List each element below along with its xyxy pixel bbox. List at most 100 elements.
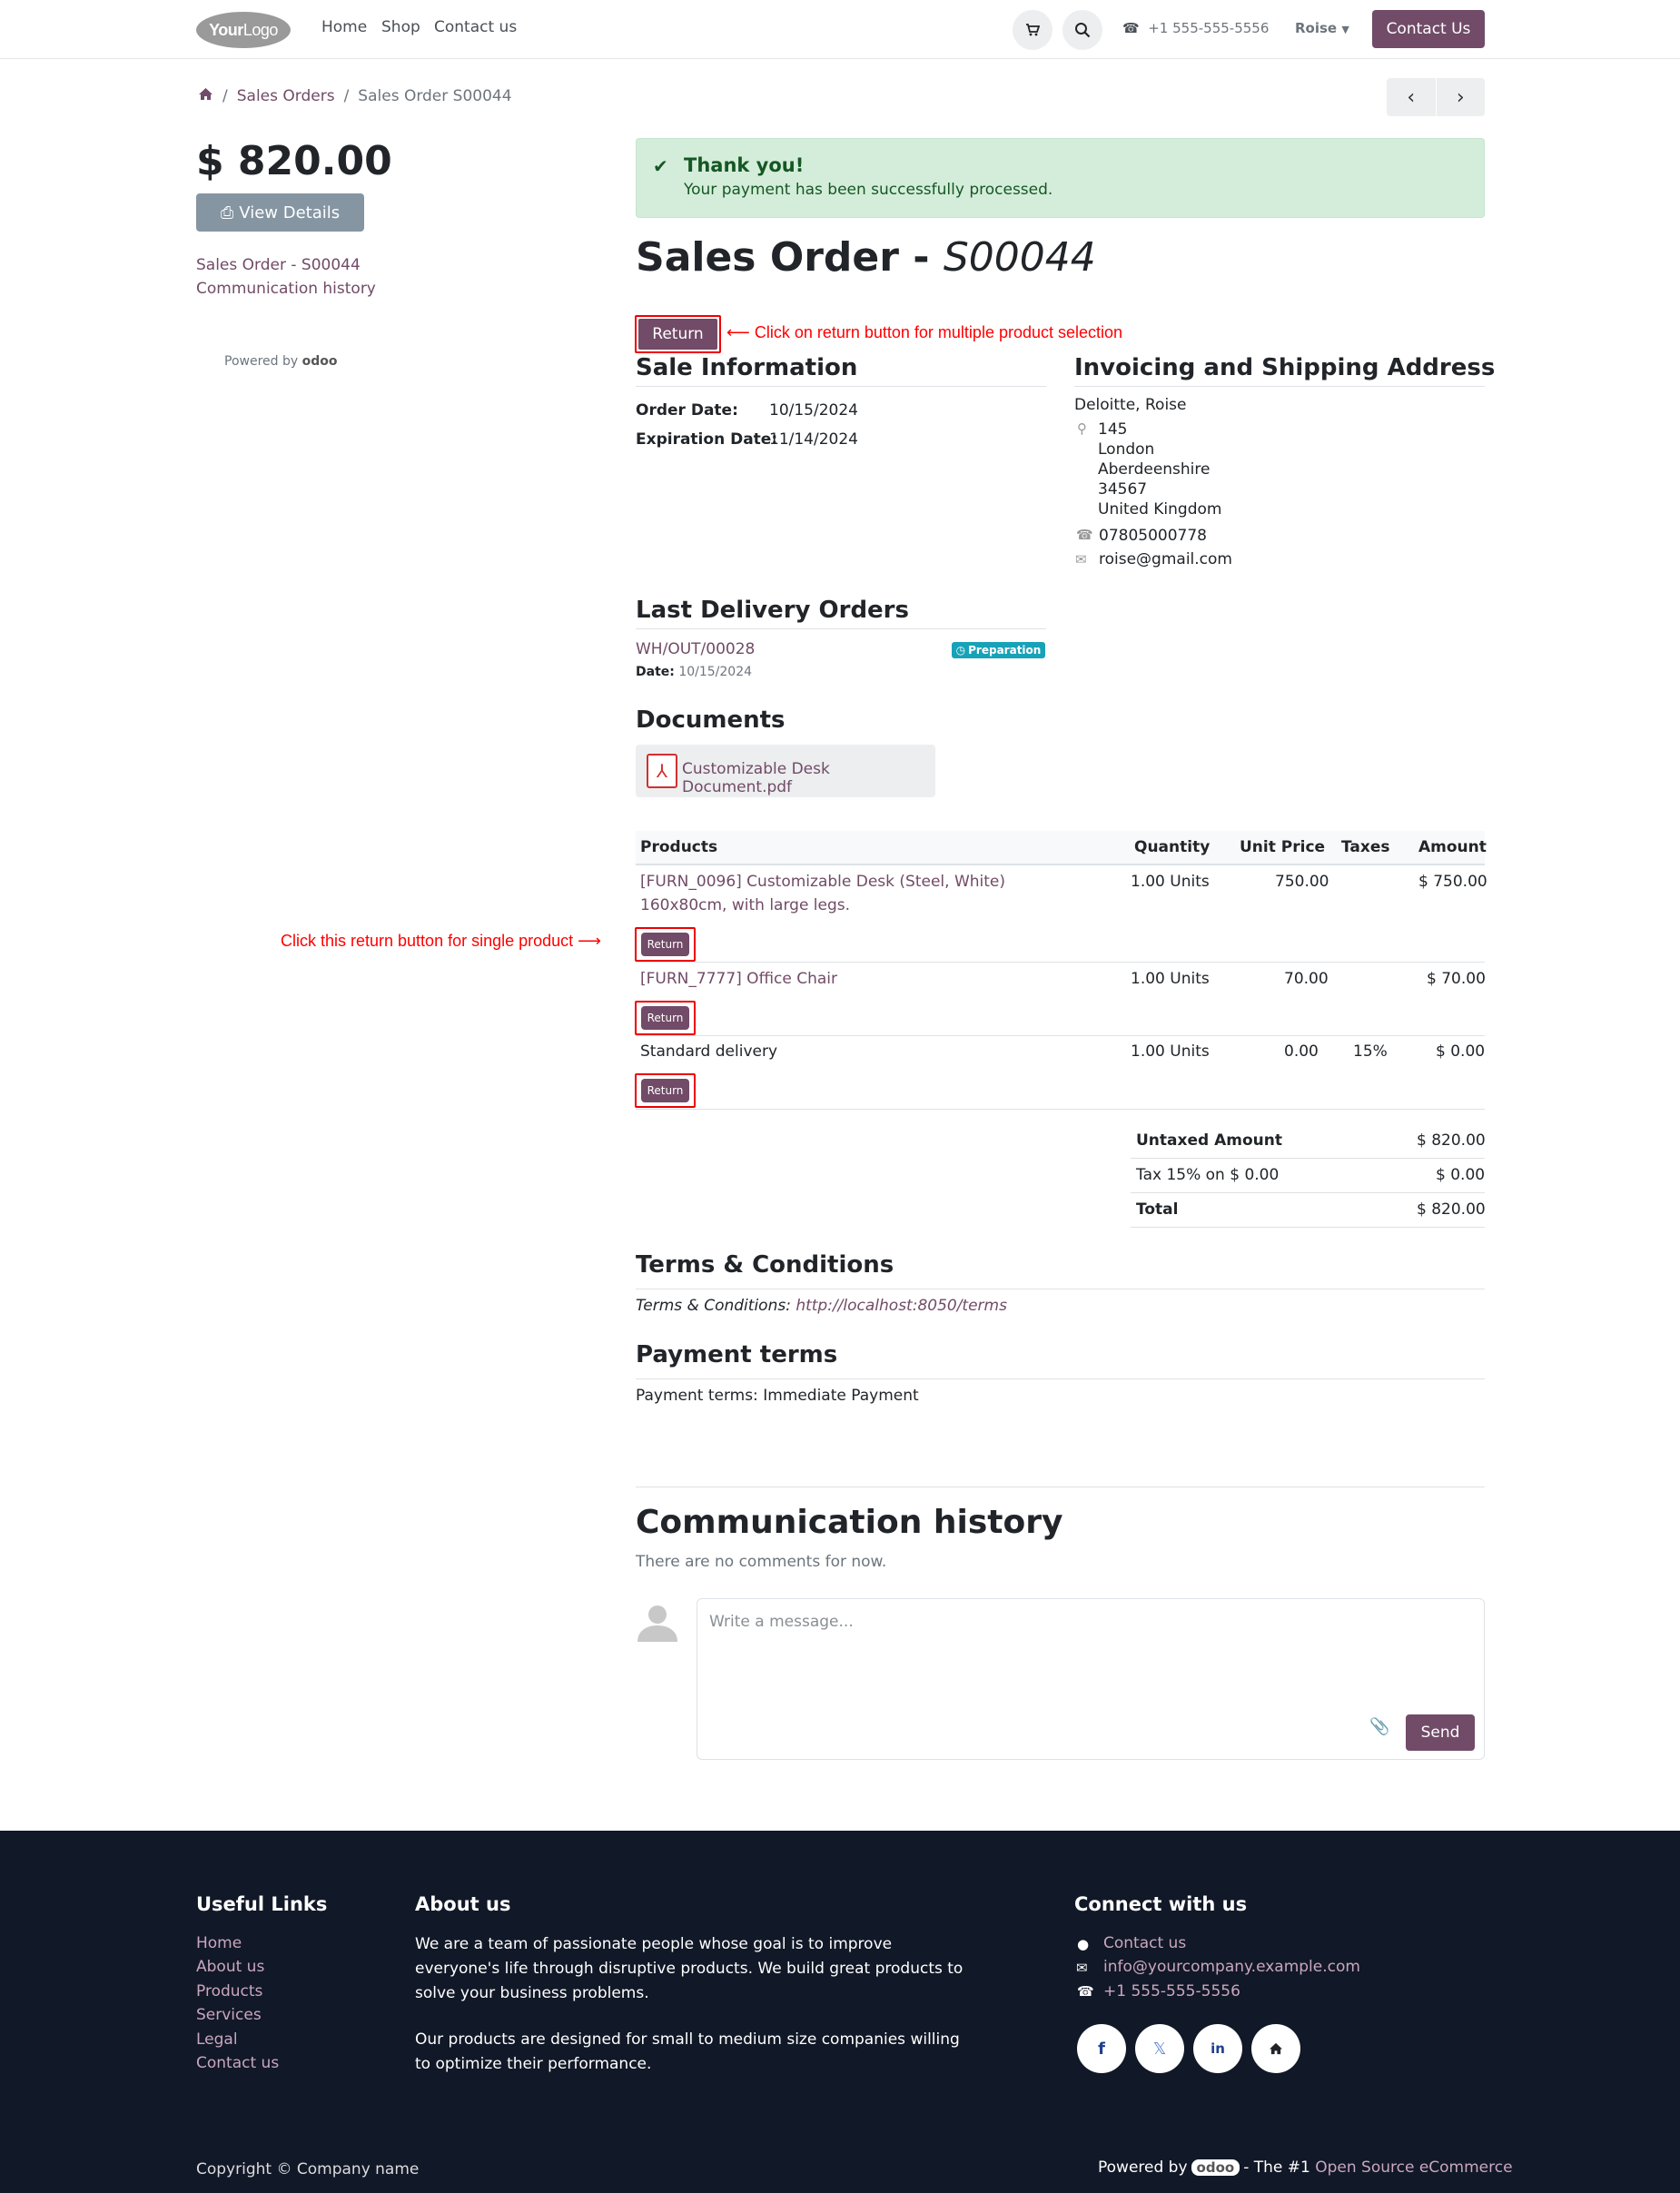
return-single-highlight: Return <box>635 1001 696 1035</box>
return-row-button[interactable]: Return <box>641 1079 689 1102</box>
home-social-button[interactable] <box>1251 2024 1300 2073</box>
print-icon: ⎙ <box>220 203 234 222</box>
return-row-button[interactable]: Return <box>641 933 689 956</box>
document-name[interactable]: Customizable Desk Document.pdf <box>682 760 935 796</box>
x-twitter-button[interactable]: 𝕏 <box>1135 2024 1184 2073</box>
col-quantity: Quantity <box>1134 838 1211 856</box>
customer-name: Deloitte, Roise <box>1074 396 1187 414</box>
product-variant[interactable]: 160x80cm, with large legs. <box>640 896 850 914</box>
chevron-right-icon[interactable]: › <box>1435 78 1486 116</box>
divider <box>636 386 1046 387</box>
check-icon: ✔ <box>653 155 668 177</box>
return-row-button[interactable]: Return <box>641 1006 689 1030</box>
alert-title: Thank you! <box>684 154 805 176</box>
terms-text: Terms & Conditions: http://localhost:805… <box>636 1297 1007 1315</box>
communication-heading: Communication history <box>636 1504 1063 1541</box>
delivery-ref-link[interactable]: WH/OUT/00028 <box>636 640 755 658</box>
return-multi-button-highlight: Return <box>635 315 721 353</box>
open-source-ecommerce-link[interactable]: Open Source eCommerce <box>1315 2158 1512 2177</box>
facebook-icon: f <box>1098 2039 1105 2059</box>
nav-shop-link[interactable]: Shop <box>381 18 420 36</box>
status-badge: ◷ Preparation <box>952 642 1045 658</box>
return-single-highlight: Return <box>635 927 696 962</box>
message-input[interactable]: Write a message... <box>709 1613 854 1631</box>
product-name: Standard delivery <box>640 1042 778 1061</box>
record-pager: ‹ › <box>1387 78 1485 116</box>
address-heading: Invoicing and Shipping Address <box>1074 354 1496 381</box>
alert-message: Your payment has been successfully proce… <box>684 181 1053 199</box>
chevron-left-icon[interactable]: ‹ <box>1387 78 1436 116</box>
annotation-multi: ⟵ Click on return button for multiple pr… <box>726 323 1123 341</box>
footer-link-home[interactable]: Home <box>196 1934 242 1952</box>
row-amount: $ 70.00 <box>1427 970 1486 988</box>
odoo-logo[interactable]: odoo <box>1191 2159 1240 2176</box>
untaxed-value: $ 820.00 <box>1417 1131 1486 1150</box>
home-icon[interactable] <box>198 87 213 105</box>
page-title: Sales Order - S00044 <box>636 234 1096 281</box>
total-label: Total <box>1136 1200 1179 1219</box>
row-amount: $ 0.00 <box>1436 1042 1486 1061</box>
row-amount: $ 750.00 <box>1418 873 1487 891</box>
footer-link-services[interactable]: Services <box>196 2006 262 2024</box>
user-menu[interactable]: Roise ▼ <box>1295 20 1349 36</box>
nav-phone[interactable]: ☎ +1 555-555-5556 <box>1122 20 1269 36</box>
view-details-button[interactable]: ⎙ View Details <box>196 193 364 232</box>
row-unit-price: 0.00 <box>1284 1042 1319 1061</box>
col-unit-price: Unit Price <box>1240 838 1326 856</box>
nav-home-link[interactable]: Home <box>321 18 367 36</box>
footer-contact-link[interactable]: Contact us <box>1103 1934 1186 1952</box>
copyright: Copyright © Company name <box>196 2160 420 2178</box>
divider <box>1131 1158 1485 1159</box>
search-icon <box>1075 23 1091 38</box>
footer: Useful Links Home About us Products Serv… <box>0 1831 1680 2193</box>
untaxed-label: Untaxed Amount <box>1136 1131 1282 1150</box>
sidebar-link-communication[interactable]: Communication history <box>196 280 376 298</box>
arrow-right-icon: ⟶ <box>578 932 601 950</box>
return-multi-button[interactable]: Return <box>638 319 717 350</box>
product-link[interactable]: [FURN_7777] Office Chair <box>640 970 837 988</box>
customer-email: roise@gmail.com <box>1099 550 1232 568</box>
row-taxes: 15% <box>1353 1042 1388 1061</box>
connect-heading: Connect with us <box>1074 1893 1248 1915</box>
product-link[interactable]: [FURN_0096] Customizable Desk (Steel, Wh… <box>640 873 1005 891</box>
phone-icon: ☎ <box>1122 20 1140 36</box>
terms-link[interactable]: http://localhost:8050/terms <box>796 1297 1007 1315</box>
linkedin-button[interactable]: in <box>1193 2024 1242 2073</box>
footer-link-legal[interactable]: Legal <box>196 2030 238 2049</box>
contact-us-button[interactable]: Contact Us <box>1372 10 1485 48</box>
divider <box>1131 1227 1485 1228</box>
footer-link-contact[interactable]: Contact us <box>196 2054 279 2072</box>
about-heading: About us <box>415 1893 511 1915</box>
company-logo[interactable]: Your Logo <box>196 12 291 48</box>
footer-link-about[interactable]: About us <box>196 1958 264 1976</box>
delivery-heading: Last Delivery Orders <box>636 597 909 624</box>
footer-email-link[interactable]: info@yourcompany.example.com <box>1103 1958 1360 1976</box>
order-date-value: 10/15/2024 <box>769 401 858 420</box>
cart-icon <box>1026 24 1040 36</box>
paperclip-icon[interactable]: 📎 <box>1369 1717 1389 1736</box>
send-button[interactable]: Send <box>1406 1714 1475 1751</box>
sidebar-link-sales-order[interactable]: Sales Order - S00044 <box>196 256 361 274</box>
footer-phone-link[interactable]: +1 555-555-5556 <box>1103 1982 1240 2000</box>
nav-contact-link[interactable]: Contact us <box>434 18 517 36</box>
divider <box>636 1378 1485 1379</box>
terms-heading: Terms & Conditions <box>636 1251 894 1279</box>
useful-links-heading: Useful Links <box>196 1893 328 1915</box>
annotation-single: Click this return button for single prod… <box>281 932 601 950</box>
message-composer[interactable]: Write a message... 📎 Send <box>697 1598 1485 1760</box>
total-value: $ 820.00 <box>1417 1200 1486 1219</box>
document-attachment[interactable]: ⅄ Customizable Desk Document.pdf <box>636 745 935 797</box>
col-amount: Amount <box>1418 838 1487 856</box>
breadcrumb-current: Sales Order S00044 <box>358 87 512 105</box>
col-taxes: Taxes <box>1341 838 1390 856</box>
powered-by-small: Powered by odoo <box>224 354 338 369</box>
cart-button[interactable] <box>1013 10 1052 50</box>
footer-link-products[interactable]: Products <box>196 1982 262 2000</box>
row-divider <box>636 1109 1485 1110</box>
row-unit-price: 750.00 <box>1275 873 1329 891</box>
breadcrumb-sales-orders[interactable]: Sales Orders <box>237 87 335 105</box>
facebook-button[interactable]: f <box>1077 2024 1126 2073</box>
about-paragraph-2: Our products are designed for small to m… <box>415 2030 960 2073</box>
payment-terms-text: Payment terms: Immediate Payment <box>636 1387 919 1405</box>
search-button[interactable] <box>1062 10 1102 50</box>
